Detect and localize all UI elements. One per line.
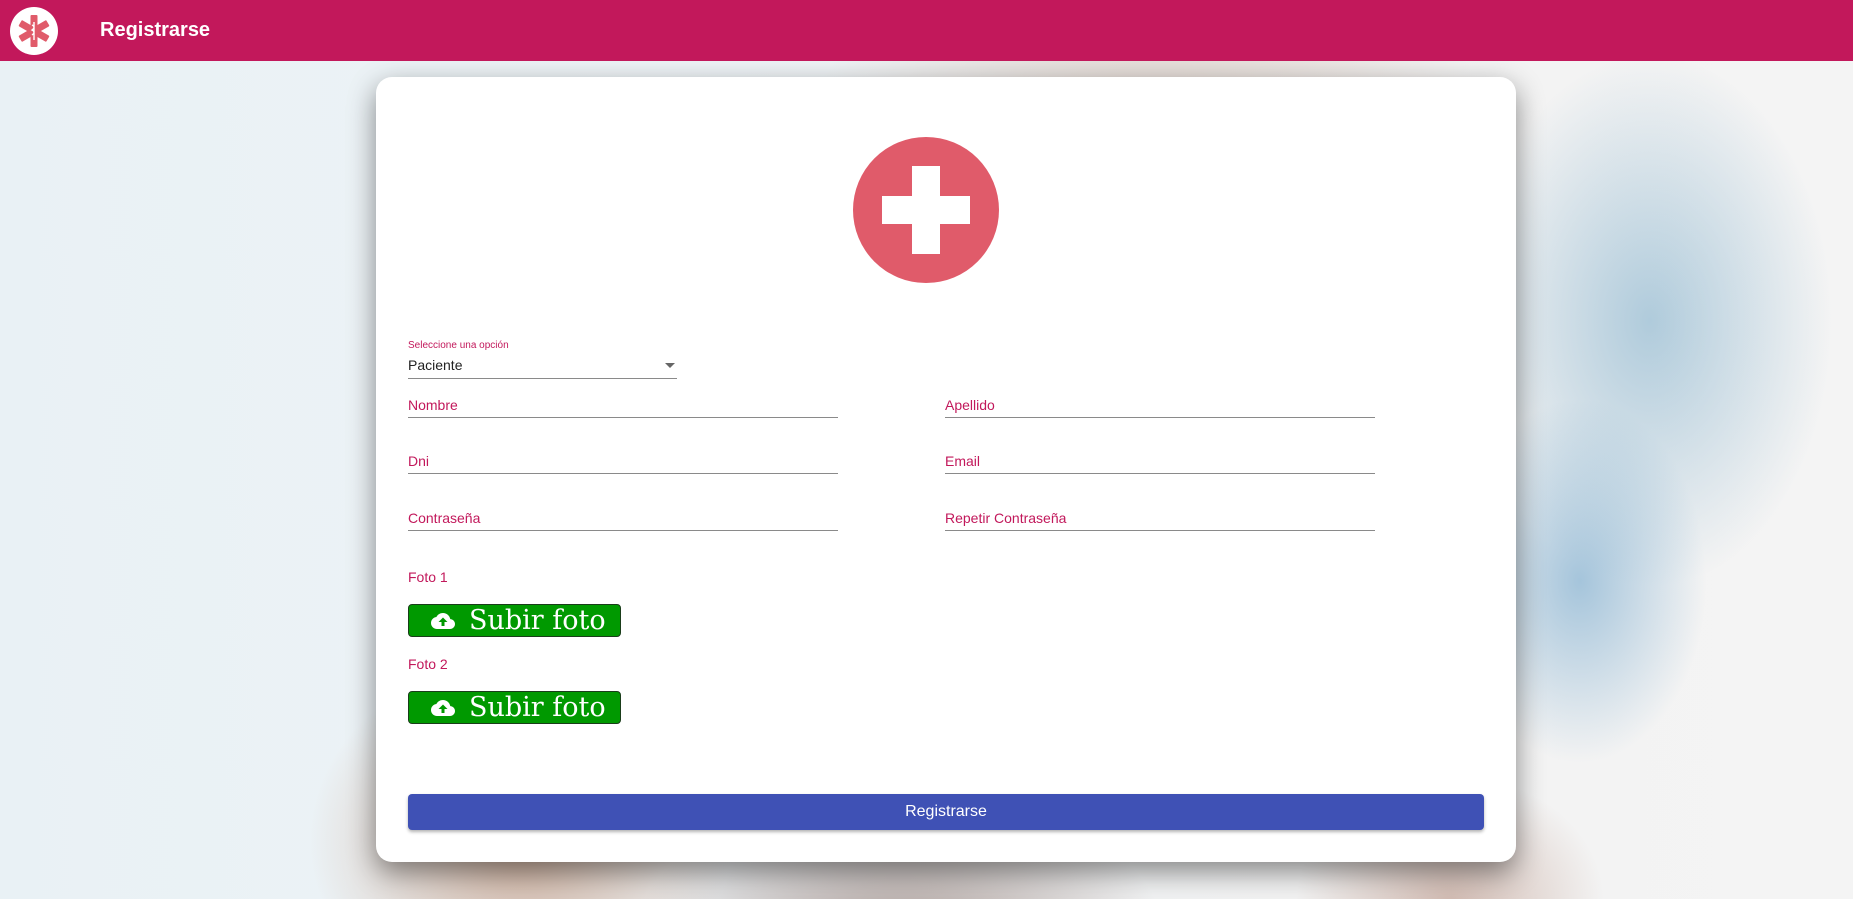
foto2-label: Foto 2 bbox=[408, 656, 448, 672]
star-of-life-icon[interactable] bbox=[10, 6, 58, 55]
apellido-input[interactable] bbox=[945, 397, 1375, 415]
nombre-field[interactable]: Nombre bbox=[408, 395, 838, 418]
upload-foto2-button[interactable]: Subir foto bbox=[408, 691, 621, 724]
user-type-select[interactable]: Seleccione una opción Paciente bbox=[408, 340, 677, 379]
upload-foto1-button[interactable]: Subir foto bbox=[408, 604, 621, 637]
cloud-upload-icon bbox=[431, 612, 455, 630]
email-input[interactable] bbox=[945, 453, 1375, 471]
dni-input[interactable] bbox=[408, 453, 838, 471]
register-card: Seleccione una opción Paciente Nombre Ap… bbox=[376, 77, 1516, 862]
chevron-down-icon[interactable] bbox=[665, 363, 675, 368]
password-field[interactable]: Contraseña bbox=[408, 508, 838, 531]
upload-foto2-label: Subir foto bbox=[469, 692, 606, 723]
cloud-upload-icon bbox=[431, 699, 455, 717]
medical-cross-icon bbox=[853, 137, 999, 283]
password-input[interactable] bbox=[408, 510, 838, 528]
select-control[interactable]: Paciente bbox=[408, 354, 677, 379]
top-app-bar: Registrarse bbox=[0, 0, 1853, 61]
register-button[interactable]: Registrarse bbox=[408, 794, 1484, 830]
dni-field[interactable]: Dni bbox=[408, 451, 838, 474]
apellido-field[interactable]: Apellido bbox=[945, 395, 1375, 418]
upload-foto1-label: Subir foto bbox=[469, 605, 606, 636]
repeat-password-input[interactable] bbox=[945, 510, 1375, 528]
nombre-input[interactable] bbox=[408, 397, 838, 415]
repeat-password-field[interactable]: Repetir Contraseña bbox=[945, 508, 1375, 531]
select-value: Paciente bbox=[408, 357, 463, 373]
app-title: Registrarse bbox=[100, 19, 211, 41]
foto1-label: Foto 1 bbox=[408, 569, 448, 585]
select-label: Seleccione una opción bbox=[408, 340, 509, 351]
email-field[interactable]: Email bbox=[945, 451, 1375, 474]
